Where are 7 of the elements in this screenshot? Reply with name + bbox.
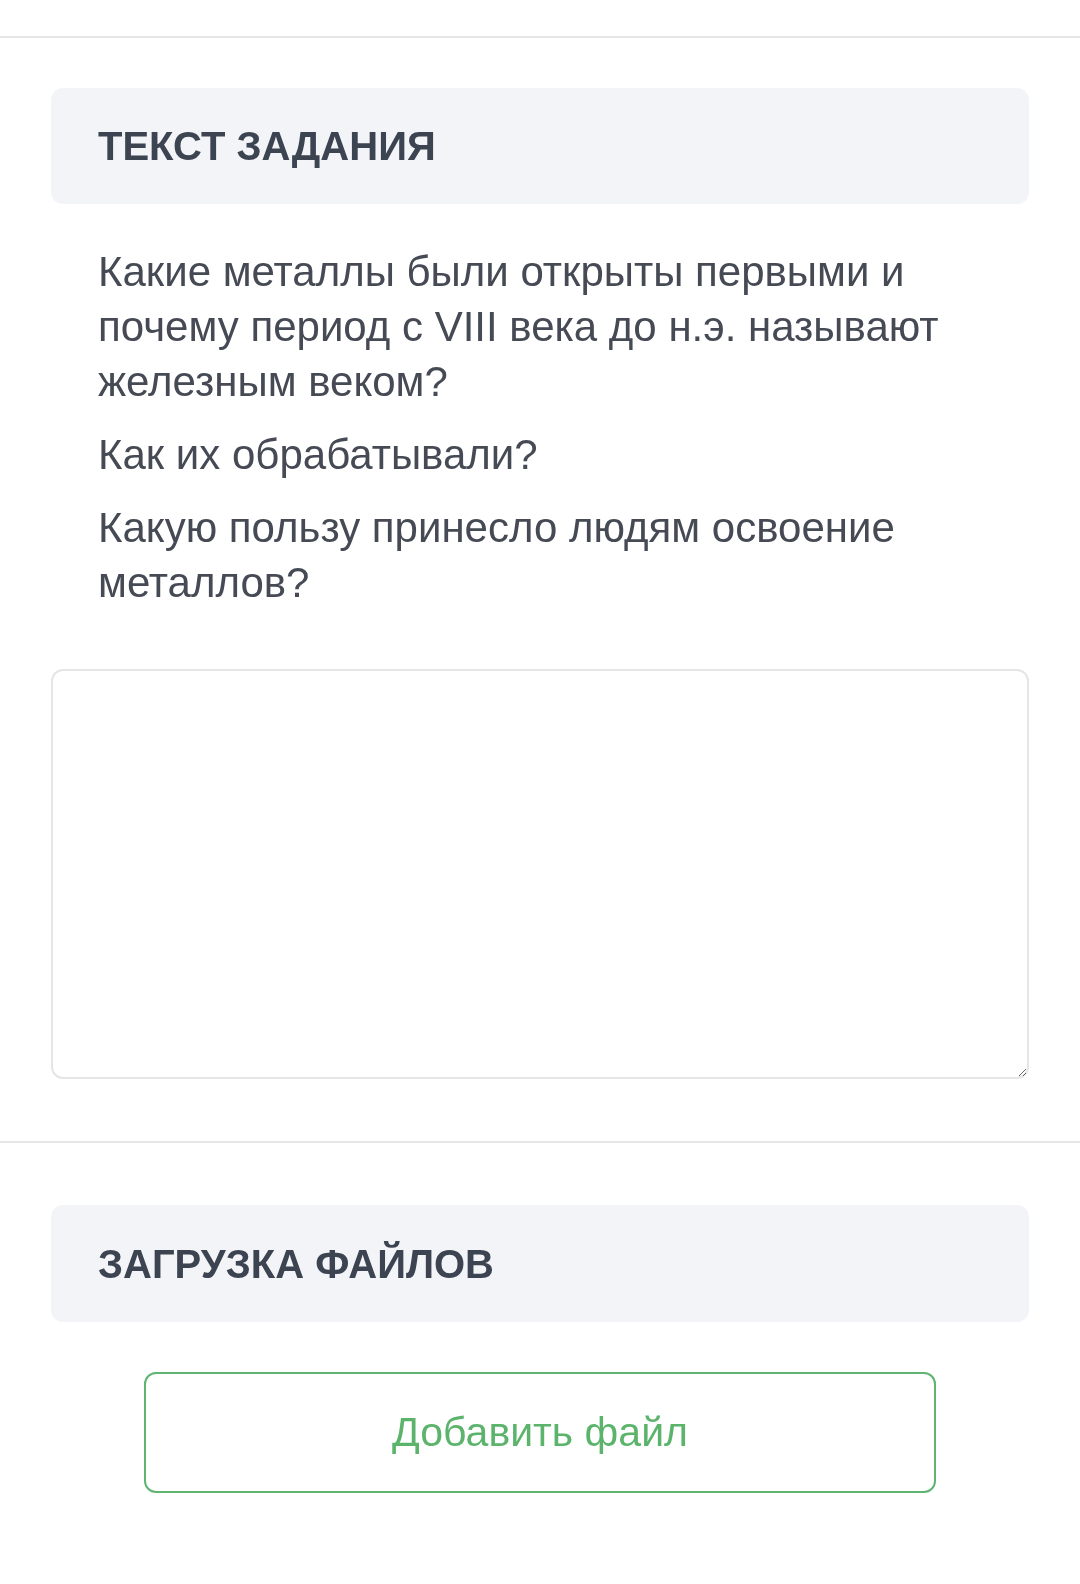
- answer-box[interactable]: [51, 669, 1029, 1079]
- task-text: Как их обрабатывали?: [98, 430, 539, 480]
- task-text: Какие металлы были открыты первыми и почему период с VIII века до н.э. называют железным веком?: [98, 247, 940, 407]
- add-file-button[interactable]: Добавить файл: [144, 1372, 936, 1493]
- section-title: ЗАГРУЗКА ФАЙЛОВ: [98, 1243, 494, 1284]
- task-text: Какую пользу принесло людям освоение металлов?: [98, 503, 896, 608]
- section-title: ТЕКСТ ЗАДАНИЯ: [98, 126, 436, 166]
